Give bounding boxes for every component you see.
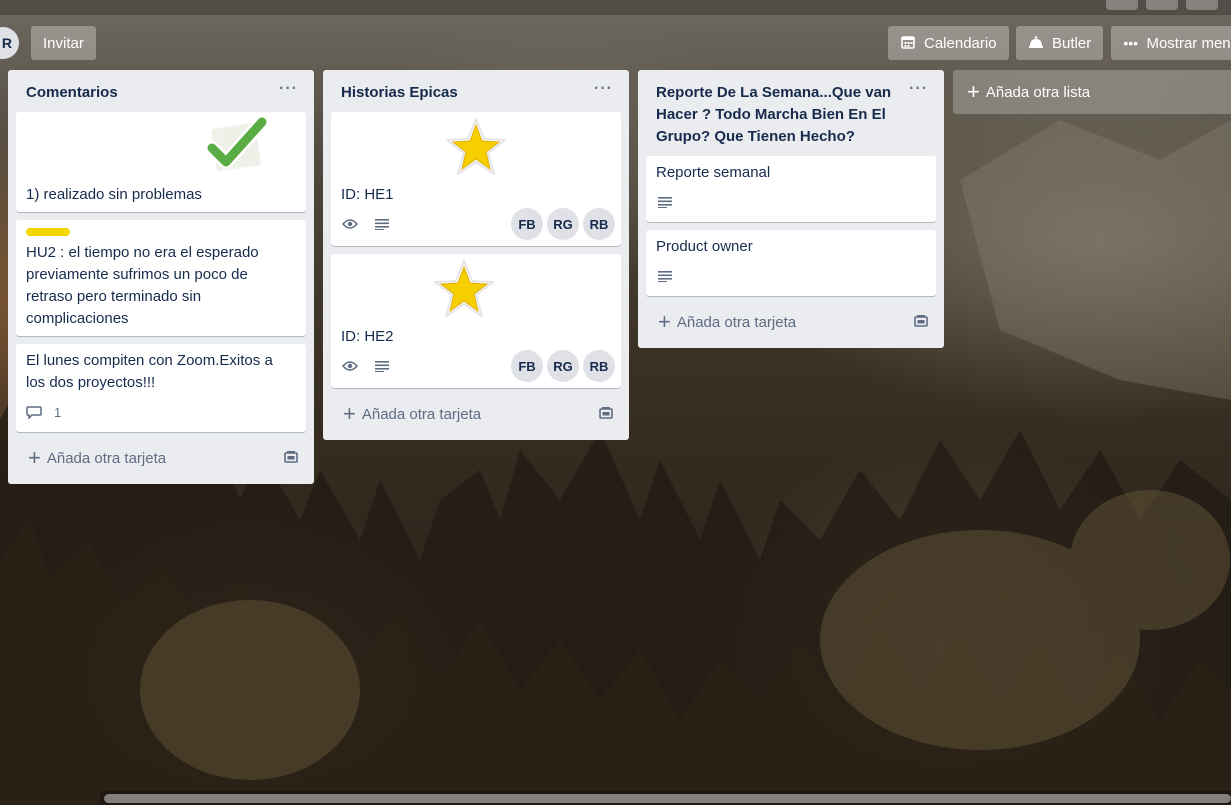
info-icon[interactable] xyxy=(1146,0,1178,10)
card-badges xyxy=(656,188,926,216)
member-avatar[interactable]: RG xyxy=(547,350,579,382)
member-avatar[interactable]: RB xyxy=(583,350,615,382)
list-comentarios: Comentarios ··· 1) realizado sin problem… xyxy=(8,70,314,484)
comment-icon: 1 xyxy=(26,404,61,420)
description-icon xyxy=(656,194,674,210)
card-title: Reporte semanal xyxy=(656,164,771,181)
member-avatar[interactable]: R xyxy=(0,27,19,59)
add-card-button[interactable]: + Añada otra tarjeta xyxy=(16,440,306,476)
add-list-button[interactable]: + Añada otra lista xyxy=(953,70,1231,114)
card-title: El lunes compiten con Zoom.Exitos a los … xyxy=(26,352,273,391)
more-icon: ••• xyxy=(1123,35,1139,51)
card-title: Product owner xyxy=(656,238,753,255)
add-card-label: Añada otra tarjeta xyxy=(361,405,482,423)
description-icon xyxy=(373,216,391,232)
invite-button[interactable]: Invitar xyxy=(31,26,96,60)
card-title: HU2 : el tiempo no era el esperado previ… xyxy=(26,244,259,327)
card-template-icon[interactable] xyxy=(599,406,613,424)
calendar-label: Calendario xyxy=(924,34,997,52)
show-menu-button[interactable]: ••• Mostrar menú xyxy=(1111,26,1231,60)
card-template-icon[interactable] xyxy=(284,450,298,468)
card-title: 1) realizado sin problemas xyxy=(26,186,202,203)
card-title: ID: HE1 xyxy=(341,186,394,203)
checkmark-sticker xyxy=(26,116,296,184)
add-list-label: Añada otra lista xyxy=(985,83,1091,101)
member-avatar[interactable]: FB xyxy=(511,208,543,240)
add-card-button[interactable]: + Añada otra tarjeta xyxy=(331,396,621,432)
watch-icon xyxy=(341,216,359,232)
card[interactable]: HU2 : el tiempo no era el esperado previ… xyxy=(16,220,306,336)
list-menu-icon[interactable]: ··· xyxy=(594,80,613,98)
calendar-button[interactable]: Calendario xyxy=(888,26,1009,60)
card-members: FB RG RB xyxy=(511,350,615,382)
watch-icon xyxy=(341,358,359,374)
card[interactable]: Product owner xyxy=(646,230,936,296)
add-card-label: Añada otra tarjeta xyxy=(46,449,167,467)
butler-button[interactable]: Butler xyxy=(1016,26,1104,60)
butler-label: Butler xyxy=(1052,34,1092,52)
list-title[interactable]: Reporte De La Semana...Que van Hacer ? T… xyxy=(656,82,900,148)
card[interactable]: Reporte semanal xyxy=(646,156,936,222)
show-menu-label: Mostrar menú xyxy=(1146,34,1231,52)
card-badges xyxy=(656,262,926,290)
list-historias-epicas: Historias Epicas ··· ID: HE1 FB RG RB ID… xyxy=(323,70,629,440)
star-sticker xyxy=(341,258,611,326)
card[interactable]: ID: HE2 FB RG RB xyxy=(331,254,621,388)
plus-icon: + xyxy=(658,309,671,334)
board-header: R Invitar Calendario Butler ••• Mostrar … xyxy=(0,25,1231,61)
plus-icon: + xyxy=(343,401,356,426)
card-badges: 1 xyxy=(26,398,296,426)
calendar-icon xyxy=(900,35,916,52)
star-sticker xyxy=(341,116,611,184)
card-title: ID: HE2 xyxy=(341,328,394,345)
list-header[interactable]: Historias Epicas ··· xyxy=(331,70,621,112)
list-menu-icon[interactable]: ··· xyxy=(909,80,928,98)
plus-icon: + xyxy=(967,79,980,104)
add-icon[interactable] xyxy=(1106,0,1138,10)
card-template-icon[interactable] xyxy=(914,314,928,332)
top-nav-bar xyxy=(0,0,1231,15)
scrollbar-thumb[interactable] xyxy=(104,794,1231,803)
notifications-icon[interactable] xyxy=(1186,0,1218,10)
list-title[interactable]: Historias Epicas xyxy=(341,82,585,104)
card[interactable]: El lunes compiten con Zoom.Exitos a los … xyxy=(16,344,306,432)
card-members: FB RG RB xyxy=(511,208,615,240)
list-menu-icon[interactable]: ··· xyxy=(279,80,298,98)
member-avatar[interactable]: RB xyxy=(583,208,615,240)
card[interactable]: 1) realizado sin problemas xyxy=(16,112,306,212)
invite-label: Invitar xyxy=(43,34,84,52)
card[interactable]: ID: HE1 FB RG RB xyxy=(331,112,621,246)
add-card-label: Añada otra tarjeta xyxy=(676,313,797,331)
comment-count: 1 xyxy=(54,404,62,420)
list-header[interactable]: Reporte De La Semana...Que van Hacer ? T… xyxy=(646,70,936,156)
card-label-yellow[interactable] xyxy=(26,228,70,236)
description-icon xyxy=(373,358,391,374)
member-avatar[interactable]: FB xyxy=(511,350,543,382)
butler-icon xyxy=(1028,35,1044,52)
description-icon xyxy=(656,268,674,284)
list-header[interactable]: Comentarios ··· xyxy=(16,70,306,112)
list-reporte-semana: Reporte De La Semana...Que van Hacer ? T… xyxy=(638,70,944,348)
list-title[interactable]: Comentarios xyxy=(26,82,270,104)
plus-icon: + xyxy=(28,445,41,470)
add-card-button[interactable]: + Añada otra tarjeta xyxy=(646,304,936,340)
member-avatar[interactable]: RG xyxy=(547,208,579,240)
